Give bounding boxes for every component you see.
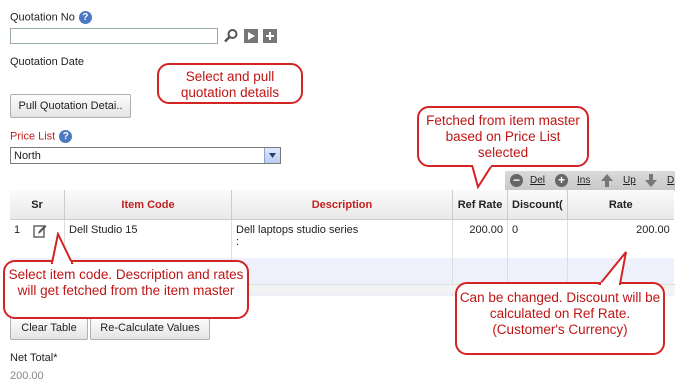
callout-tail [597,251,627,286]
callout-tail [50,232,74,264]
header-ref-rate: Ref Rate [452,190,508,220]
up-link[interactable]: Up [623,175,636,186]
edit-icon[interactable] [33,224,47,241]
table-row[interactable]: 1 Dell Studio 15 Dell laptops studio ser… [10,219,674,258]
callout-discount: Can be changed. Discount will be calcula… [455,282,665,355]
header-description: Description [231,190,453,220]
table-header-row: Sr Item Code Description Ref Rate Discou… [10,190,674,220]
insert-row-icon[interactable]: + [555,174,568,187]
callout-pull-quotation: Select and pull quotation details [157,63,303,104]
add-icon[interactable] [263,29,277,43]
header-item-code: Item Code [64,190,232,220]
del-link[interactable]: Del [530,175,545,186]
net-total-value: 200.00 [10,370,44,382]
search-icon[interactable] [223,28,238,43]
chevron-down-icon[interactable] [264,148,280,163]
recalculate-values-button[interactable]: Re-Calculate Values [90,317,210,340]
header-sr: Sr [10,190,65,220]
header-rate: Rate [567,190,674,220]
help-icon[interactable]: ? [78,11,92,24]
pull-quotation-details-button[interactable]: Pull Quotation Detai.. [10,94,131,118]
help-icon[interactable]: ? [59,130,73,143]
clear-table-button[interactable]: Clear Table [10,317,88,340]
net-total-label: Net Total* [10,352,58,364]
grid-toolbar: − Del + Ins Up D [505,171,675,191]
callout-select-item-code: Select item code. Description and rates … [3,260,249,319]
callout-tail [470,165,494,189]
quotation-date-label: Quotation Date [10,56,84,68]
quotation-no-label: Quotation No? [10,11,92,24]
header-discount: Discount( [507,190,568,220]
ins-link[interactable]: Ins [577,175,590,186]
cell-discount[interactable]: 0 [507,219,568,258]
price-list-select[interactable]: North [10,147,281,164]
quotation-no-input[interactable] [10,28,218,44]
callout-fetched-from-item-master: Fetched from item master based on Price … [417,106,589,167]
cell-ref-rate[interactable]: 200.00 [452,219,508,258]
delete-row-icon[interactable]: − [510,174,523,187]
cell-item-code[interactable]: Dell Studio 15 [64,219,232,258]
price-list-label: Price List? [10,130,73,143]
cell-description[interactable]: Dell laptops studio series : [231,219,453,258]
play-icon[interactable] [244,29,258,43]
down-link[interactable]: D [667,175,674,186]
